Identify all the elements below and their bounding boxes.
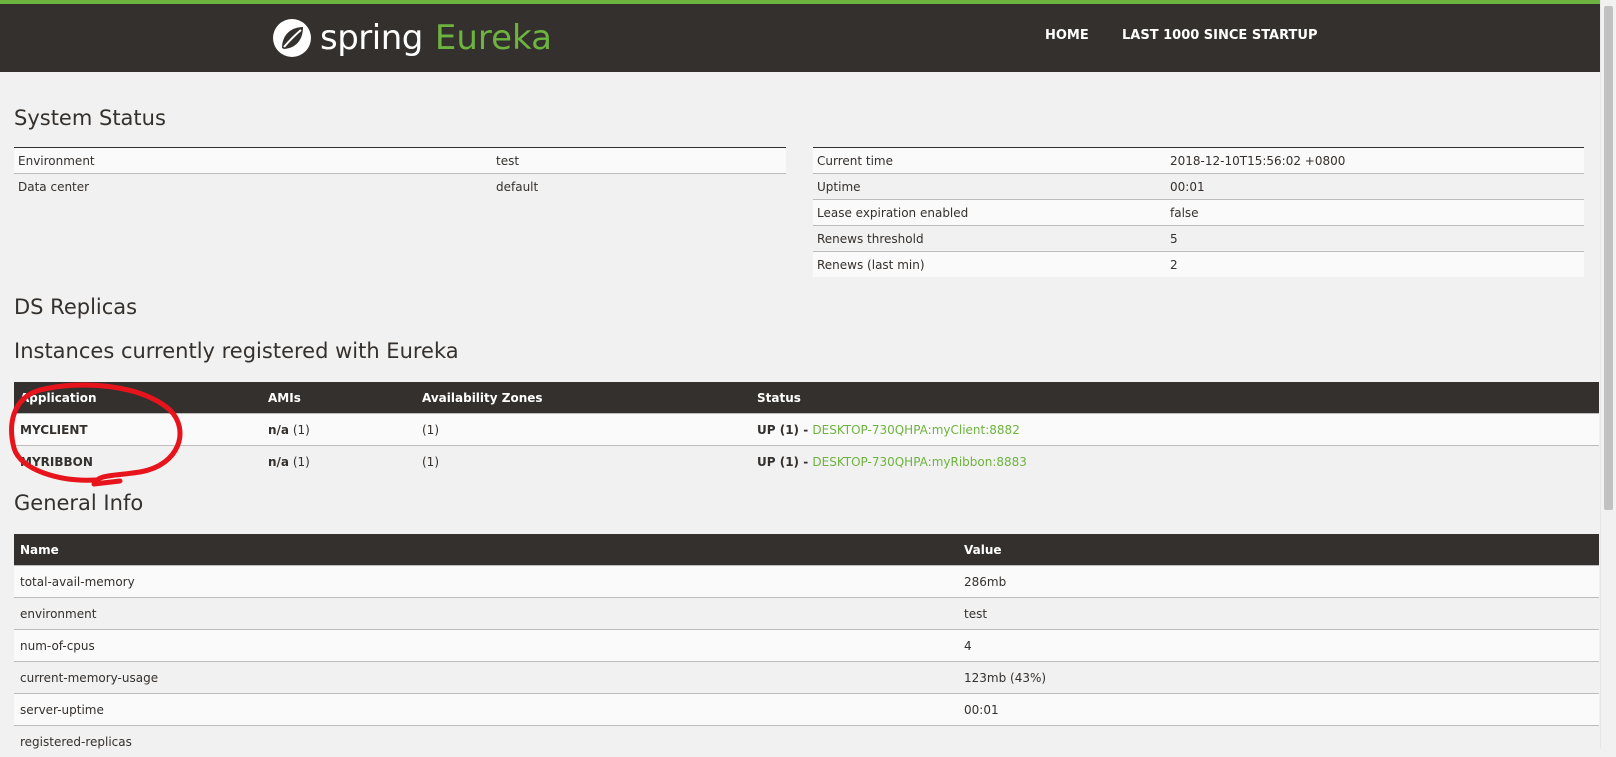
top-navbar: spring Eureka HOME LAST 1000 SINCE START…	[0, 0, 1600, 72]
amis-cell: n/a (1)	[262, 446, 416, 478]
info-value	[958, 726, 1599, 757]
ami-na: n/a	[268, 423, 289, 437]
info-value: test	[958, 598, 1599, 630]
table-row: num-of-cpus 4	[14, 630, 1599, 662]
info-name: registered-replicas	[14, 726, 958, 757]
ami-count: (1)	[293, 455, 310, 469]
instances-title: Instances currently registered with Eure…	[14, 339, 459, 363]
status-label: Uptime	[813, 174, 1166, 200]
top-nav: HOME LAST 1000 SINCE STARTUP	[0, 28, 1600, 54]
status-up: UP (1) -	[757, 455, 812, 469]
general-info-table: Name Value total-avail-memory 286mb envi…	[14, 534, 1599, 757]
col-availability-zones: Availability Zones	[416, 382, 751, 414]
instance-link[interactable]: DESKTOP-730QHPA:myClient:8882	[812, 423, 1019, 437]
info-value: 4	[958, 630, 1599, 662]
info-value: 286mb	[958, 566, 1599, 598]
info-name: total-avail-memory	[14, 566, 958, 598]
table-row: Renews (last min) 2	[813, 252, 1584, 278]
zones-cell: (1)	[416, 414, 751, 446]
application-name: MYCLIENT	[14, 414, 262, 446]
ami-count: (1)	[293, 423, 310, 437]
status-value: test	[492, 148, 786, 174]
status-value: 00:01	[1166, 174, 1584, 200]
table-row: Uptime 00:01	[813, 174, 1584, 200]
vertical-scrollbar[interactable]	[1600, 0, 1616, 749]
table-row: Lease expiration enabled false	[813, 200, 1584, 226]
table-row: MYRIBBON n/a (1) (1) UP (1) - DESKTOP-73…	[14, 446, 1599, 478]
info-name: server-uptime	[14, 694, 958, 726]
status-cell: UP (1) - DESKTOP-730QHPA:myRibbon:8883	[751, 446, 1599, 478]
ami-na: n/a	[268, 455, 289, 469]
nav-home-link[interactable]: HOME	[1045, 28, 1089, 43]
col-name: Name	[14, 534, 958, 566]
table-row: Data center default	[14, 174, 786, 200]
table-row: Renews threshold 5	[813, 226, 1584, 252]
status-label: Lease expiration enabled	[813, 200, 1166, 226]
col-status: Status	[751, 382, 1599, 414]
status-cell: UP (1) - DESKTOP-730QHPA:myClient:8882	[751, 414, 1599, 446]
info-value: 00:01	[958, 694, 1599, 726]
system-status-right-table: Current time 2018-12-10T15:56:02 +0800 U…	[813, 147, 1584, 277]
status-label: Renews threshold	[813, 226, 1166, 252]
table-row: server-uptime 00:01	[14, 694, 1599, 726]
status-value: 2	[1166, 252, 1584, 278]
table-row: environment test	[14, 598, 1599, 630]
table-row: Current time 2018-12-10T15:56:02 +0800	[813, 148, 1584, 174]
table-header-row: Application AMIs Availability Zones Stat…	[14, 382, 1599, 414]
status-label: Data center	[14, 174, 492, 200]
col-amis: AMIs	[262, 382, 416, 414]
table-row: total-avail-memory 286mb	[14, 566, 1599, 598]
status-label: Environment	[14, 148, 492, 174]
nav-last-1000-link[interactable]: LAST 1000 SINCE STARTUP	[1122, 28, 1318, 43]
amis-cell: n/a (1)	[262, 414, 416, 446]
ds-replicas-title: DS Replicas	[14, 295, 137, 319]
info-name: current-memory-usage	[14, 662, 958, 694]
system-status-left-table: Environment test Data center default	[14, 147, 786, 199]
table-header-row: Name Value	[14, 534, 1599, 566]
system-status-title: System Status	[14, 106, 166, 130]
table-row: current-memory-usage 123mb (43%)	[14, 662, 1599, 694]
table-row: registered-replicas	[14, 726, 1599, 757]
status-value: default	[492, 174, 786, 200]
scrollbar-thumb[interactable]	[1604, 6, 1613, 510]
col-application: Application	[14, 382, 262, 414]
instance-link[interactable]: DESKTOP-730QHPA:myRibbon:8883	[812, 455, 1027, 469]
col-value: Value	[958, 534, 1599, 566]
zones-cell: (1)	[416, 446, 751, 478]
table-row: Environment test	[14, 148, 786, 174]
info-name: environment	[14, 598, 958, 630]
instances-table: Application AMIs Availability Zones Stat…	[14, 382, 1599, 477]
status-value: 2018-12-10T15:56:02 +0800	[1166, 148, 1584, 174]
general-info-title: General Info	[14, 491, 143, 515]
application-name: MYRIBBON	[14, 446, 262, 478]
status-value: false	[1166, 200, 1584, 226]
status-label: Current time	[813, 148, 1166, 174]
status-up: UP (1) -	[757, 423, 812, 437]
info-name: num-of-cpus	[14, 630, 958, 662]
status-value: 5	[1166, 226, 1584, 252]
table-row: MYCLIENT n/a (1) (1) UP (1) - DESKTOP-73…	[14, 414, 1599, 446]
info-value: 123mb (43%)	[958, 662, 1599, 694]
status-label: Renews (last min)	[813, 252, 1166, 278]
